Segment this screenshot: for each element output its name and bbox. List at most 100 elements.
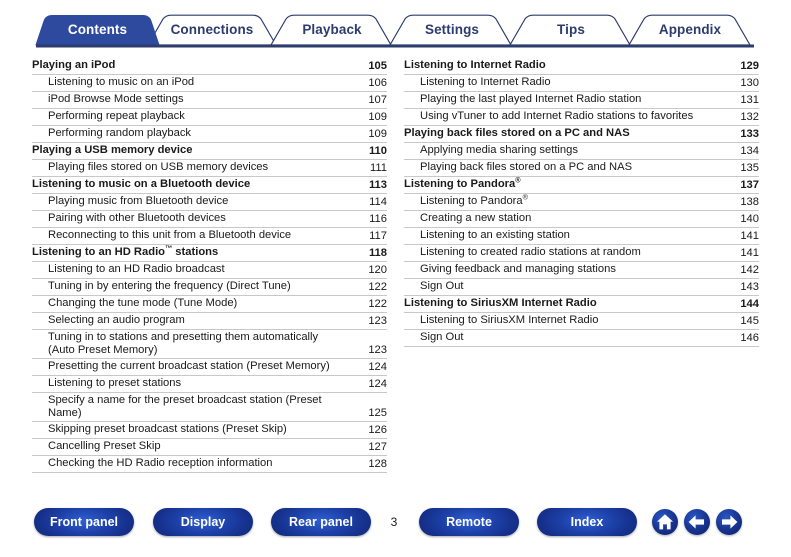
toc-entry-page: 117 [369,230,387,242]
toc-entry-title: Playing an iPod [32,59,116,71]
toc-row[interactable]: Listening to preset stations 124 [32,376,387,393]
toc-entry-title: Listening to preset stations [48,377,182,389]
toc-row[interactable]: Listening to created radio stations at r… [404,245,759,262]
toc-row[interactable]: Sign Out 143 [404,279,759,296]
toc-entry-title: Playing back files stored on a PC and NA… [420,161,633,173]
toc-row[interactable]: Cancelling Preset Skip 127 [32,439,387,456]
remote-label: Remote [446,515,492,529]
toc-row[interactable]: Creating a new station 140 [404,211,759,228]
trademark-mark: ™ [165,243,173,253]
display-button[interactable]: Display [153,508,253,536]
toc-row[interactable]: Performing repeat playback 109 [32,109,387,126]
toc-row[interactable]: Playing back files stored on a PC and NA… [404,126,759,143]
tab-settings[interactable]: Settings [396,14,508,45]
home-icon[interactable] [652,509,678,535]
toc-entry-title: Giving feedback and managing stations [420,263,616,275]
toc-entry-title: Performing repeat playback [48,110,185,122]
toc-entry-page: 141 [740,230,759,242]
toc-entry-page: 106 [368,77,387,89]
toc-row[interactable]: Playing a USB memory device 110 [32,143,387,160]
toc-row[interactable]: iPod Browse Mode settings 107 [32,92,387,109]
tab-contents[interactable]: Contents [36,14,159,45]
toc-row[interactable]: Listening to SiriusXM Internet Radio 145 [404,313,759,330]
toc-entry-title: Using vTuner to add Internet Radio stati… [420,110,694,122]
toc-entry-page: 111 [369,162,387,174]
toc-entry-page: 122 [368,298,387,310]
toc-row[interactable]: Playing back files stored on a PC and NA… [404,160,759,177]
front-panel-button[interactable]: Front panel [34,508,134,536]
toc-entry-page: 124 [368,378,387,390]
rear-panel-button[interactable]: Rear panel [271,508,371,536]
toc-row[interactable]: Listening to SiriusXM Internet Radio 144 [404,296,759,313]
toc-row[interactable]: Listening to an HD Radio™ stations 118 [32,243,387,262]
toc-row[interactable]: Listening to music on a Bluetooth device… [32,177,387,194]
toc-entry-page: 114 [369,196,387,208]
tab-connections[interactable]: Connections [156,14,268,45]
toc-row[interactable]: Tuning in to stations and presetting the… [32,330,387,359]
toc-entry-page: 133 [740,128,759,140]
toc-row[interactable]: Performing random playback 109 [32,126,387,143]
toc-row[interactable]: Using vTuner to add Internet Radio stati… [404,109,759,126]
toc-entry-title: Reconnecting to this unit from a Bluetoo… [48,229,292,241]
toc-row[interactable]: Listening to Internet Radio 130 [404,75,759,92]
toc-column-right: Listening to Internet Radio 129 Listening … [404,58,759,347]
toc-row[interactable]: Listening to an HD Radio broadcast 120 [32,262,387,279]
toc-row[interactable]: Sign Out 146 [404,330,759,347]
toc-entry-page: 105 [368,60,387,72]
toc-row[interactable]: Changing the tune mode (Tune Mode) 122 [32,296,387,313]
arrow-right-icon[interactable] [716,509,742,535]
toc-row[interactable]: Playing files stored on USB memory devic… [32,160,387,177]
toc-row[interactable]: Pairing with other Bluetooth devices 116 [32,211,387,228]
toc-entry-page: 130 [740,77,759,89]
toc-row[interactable]: Listening to music on an iPod 106 [32,75,387,92]
arrow-left-icon[interactable] [684,509,710,535]
toc-entry-page: 125 [368,407,387,419]
toc-row[interactable]: Listening to an existing station 141 [404,228,759,245]
home-glyph [657,514,673,530]
toc-entry-title: Selecting an audio program [48,314,185,326]
tab-tips[interactable]: Tips [515,14,627,45]
toc-row[interactable]: Listening to Internet Radio 129 [404,58,759,75]
toc-entry-title: Sign Out [420,331,464,343]
toc-entry-title: Playing files stored on USB memory devic… [48,161,269,173]
toc-row[interactable]: Listening to Pandora® 137 [404,175,759,194]
toc-entry-page: 129 [740,60,759,72]
remote-button[interactable]: Remote [419,508,519,536]
toc-row[interactable]: Applying media sharing settings 134 [404,143,759,160]
toc-entry-title: Cancelling Preset Skip [48,440,161,452]
toc-entry-page: 144 [740,298,759,310]
toc-row[interactable]: Presetting the current broadcast station… [32,359,387,376]
toc-entry-page: 128 [368,458,387,470]
toc-row[interactable]: Selecting an audio program 123 [32,313,387,330]
index-label: Index [570,515,604,529]
display-label: Display [180,515,226,529]
toc-entry-page: 146 [740,332,759,344]
toc-entry-page: 113 [368,179,387,191]
toc-row[interactable]: Giving feedback and managing stations 142 [404,262,759,279]
toc-row[interactable]: Skipping preset broadcast stations (Pres… [32,422,387,439]
toc-row[interactable]: Tuning in by entering the frequency (Dir… [32,279,387,296]
toc-row[interactable]: Listening to Pandora® 138 [404,192,759,211]
tab-playback[interactable]: Playback [276,14,388,45]
toc-row[interactable]: Playing the last played Internet Radio s… [404,92,759,109]
toc-entry-title: iPod Browse Mode settings [48,93,184,105]
toc-entry-title: Listening to Pandora® [404,175,521,190]
tab-appendix[interactable]: Appendix [634,14,746,45]
toc-entry-title: Pairing with other Bluetooth devices [48,212,226,224]
toc-row[interactable]: Playing music from Bluetooth device 114 [32,194,387,211]
toc-entry-page: 109 [368,111,387,123]
footer-toolbar: Front panel Display Rear panel 3 Remote … [0,508,791,546]
toc-row[interactable]: Playing an iPod 105 [32,58,387,75]
toc-entry-page: 110 [368,145,387,157]
toc-entry-page: 140 [740,213,759,225]
toc-row[interactable]: Checking the HD Radio reception informat… [32,456,387,473]
toc-entry-title: Listening to Pandora® [420,192,528,207]
toc-entry-title: Tuning in to stations and presetting the… [48,331,319,356]
toc-entry-page: 138 [740,196,759,208]
toc-row[interactable]: Reconnecting to this unit from a Bluetoo… [32,228,387,245]
index-button[interactable]: Index [537,508,637,536]
toc-entry-page: 134 [740,145,759,157]
toc-entry-title: Sign Out [420,280,464,292]
toc-entry-page: 143 [740,281,759,293]
toc-row[interactable]: Specify a name for the preset broadcast … [32,393,387,422]
